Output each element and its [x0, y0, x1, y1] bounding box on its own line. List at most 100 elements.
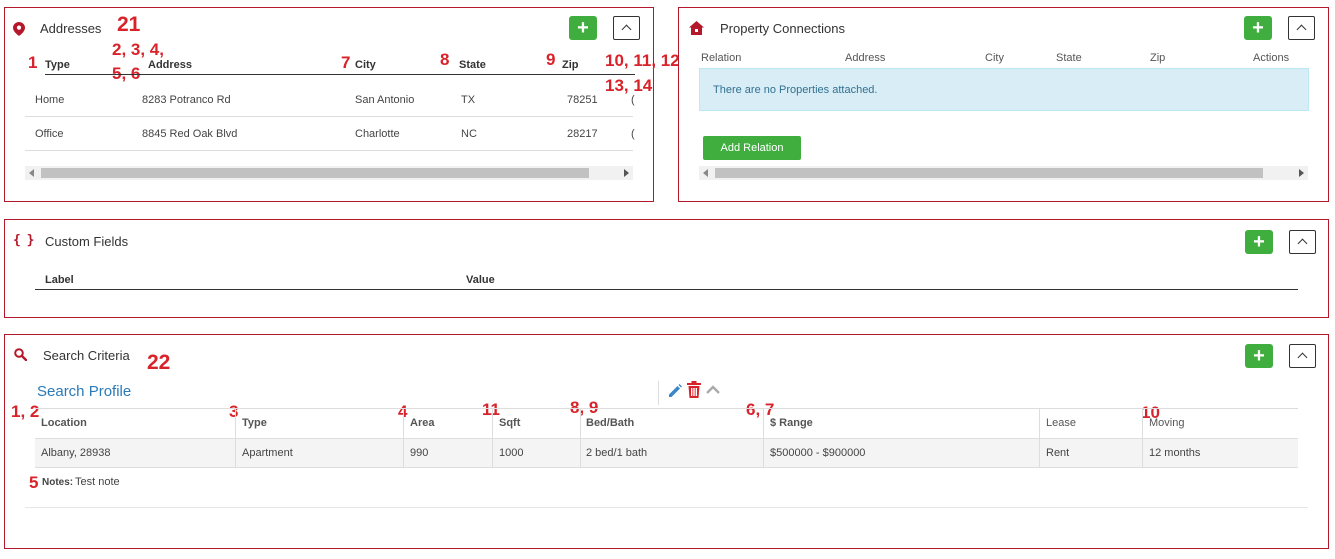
add-custom-field-button[interactable]: + — [1245, 230, 1273, 254]
column-header-area: Area — [410, 417, 435, 429]
column-header-zip: Zip — [1150, 52, 1166, 64]
cell-overflow: ( — [631, 94, 635, 106]
row-divider — [35, 467, 1298, 468]
annotation-label: 13, 14 — [605, 76, 653, 95]
cell-city: Charlotte — [355, 128, 400, 140]
column-header-type: Type — [242, 417, 267, 429]
annotation-label: 1, 2 — [11, 402, 40, 421]
custom-fields-title: Custom Fields — [45, 234, 129, 249]
collapse-property-button[interactable] — [1288, 16, 1315, 40]
addresses-title: Addresses — [40, 21, 102, 36]
scrollbar-thumb[interactable] — [41, 168, 589, 178]
cell-state: NC — [461, 128, 477, 140]
search-criteria-title: Search Criteria — [43, 348, 130, 363]
column-divider — [763, 408, 764, 467]
horizontal-scrollbar[interactable] — [25, 166, 633, 180]
column-divider — [403, 408, 404, 467]
collapse-addresses-button[interactable] — [613, 16, 640, 40]
column-header-value: Value — [466, 274, 495, 286]
scroll-right-arrow[interactable] — [1299, 169, 1304, 177]
annotation-label: 1 — [28, 53, 38, 72]
add-property-button[interactable]: + — [1244, 16, 1272, 40]
braces-icon: { } — [13, 233, 35, 248]
column-header-type: Type — [45, 59, 70, 71]
row-divider — [25, 116, 633, 117]
add-address-button[interactable]: + — [569, 16, 597, 40]
annotation-label: 10, 11, 12, — [605, 51, 685, 70]
scroll-left-arrow[interactable] — [703, 169, 708, 177]
column-header-state: State — [1056, 52, 1082, 64]
cell-area: 990 — [410, 447, 429, 459]
cell-sqft: 1000 — [499, 447, 524, 459]
cell-location: Albany, 28938 — [41, 447, 111, 459]
property-connections-title: Property Connections — [720, 21, 846, 36]
table-top-border — [35, 408, 1298, 409]
column-header-label: Label — [45, 274, 74, 286]
cell-moving: 12 months — [1149, 447, 1201, 459]
column-header-lease: Lease — [1046, 417, 1076, 429]
column-divider — [492, 408, 493, 467]
cell-lease: Rent — [1046, 447, 1070, 459]
collapse-custom-fields-button[interactable] — [1289, 230, 1316, 254]
search-profile-title: Search Profile — [37, 383, 132, 400]
cell-type: Office — [35, 128, 64, 140]
annotation-label: 2, 3, 4, — [112, 40, 164, 59]
scroll-left-arrow[interactable] — [29, 169, 34, 177]
column-header-city: City — [355, 59, 376, 71]
column-header-range: $ Range — [770, 417, 813, 429]
cell-state: TX — [461, 94, 476, 106]
add-search-criteria-button[interactable]: + — [1245, 344, 1273, 368]
addresses-panel: Addresses 21 + 1 2, 3, 4, 5, 6 7 8 9 10,… — [4, 7, 684, 202]
horizontal-scrollbar[interactable] — [699, 166, 1308, 180]
column-divider — [580, 408, 581, 467]
column-header-state: State — [459, 59, 486, 71]
column-divider — [1142, 408, 1143, 467]
column-header-moving: Moving — [1149, 417, 1185, 429]
annotation-label: 22 — [147, 351, 171, 374]
header-divider — [45, 74, 635, 75]
custom-fields-panel: { } Custom Fields + Label Value — [4, 219, 1329, 318]
scrollbar-thumb[interactable] — [715, 168, 1263, 178]
column-header-zip: Zip — [562, 59, 579, 71]
cell-address: 8845 Red Oak Blvd — [142, 128, 238, 140]
toolbar-divider — [658, 381, 659, 405]
annotation-label: 8 — [440, 50, 450, 69]
column-header-city: City — [985, 52, 1004, 64]
edit-icon[interactable] — [667, 383, 683, 399]
annotation-label: 21 — [117, 13, 141, 36]
add-relation-button[interactable]: Add Relation — [703, 136, 801, 160]
annotation-label: 7 — [341, 53, 351, 72]
delete-icon[interactable] — [687, 381, 701, 398]
column-divider — [235, 408, 236, 467]
row-divider — [25, 150, 633, 151]
header-divider — [35, 289, 1298, 290]
column-header-actions: Actions — [1253, 52, 1290, 64]
scroll-right-arrow[interactable] — [624, 169, 629, 177]
collapse-search-button[interactable] — [1289, 344, 1316, 368]
cell-city: San Antonio — [355, 94, 415, 106]
annotation-label: 9 — [546, 50, 556, 69]
cell-address: 8283 Potranco Rd — [142, 94, 231, 106]
column-header-address: Address — [148, 59, 193, 71]
column-header-location: Location — [41, 417, 87, 429]
cell-type: Home — [35, 94, 65, 106]
cell-overflow: ( — [631, 128, 635, 140]
cell-zip: 28217 — [567, 128, 598, 140]
notes-label: Notes: — [42, 477, 74, 488]
empty-properties-alert: There are no Properties attached. — [699, 68, 1309, 111]
search-criteria-panel: Search Criteria 22 + Search Profile 1, 2… — [4, 334, 1329, 549]
chevron-up-icon[interactable] — [706, 385, 720, 395]
column-header-sqft: Sqft — [499, 417, 521, 429]
map-pin-icon — [13, 22, 25, 36]
house-icon — [689, 21, 704, 35]
notes-value: Test note — [75, 476, 120, 488]
column-divider — [1039, 408, 1040, 467]
cell-type: Apartment — [242, 447, 293, 459]
search-icon — [14, 348, 27, 361]
empty-message: There are no Properties attached. — [713, 84, 878, 96]
annotation-label: 11 — [482, 400, 500, 419]
property-connections-panel: Property Connections + Relation Address … — [678, 7, 1329, 202]
annotation-label: 5 — [29, 473, 39, 492]
section-divider — [25, 507, 1308, 508]
column-header-address: Address — [845, 52, 886, 64]
